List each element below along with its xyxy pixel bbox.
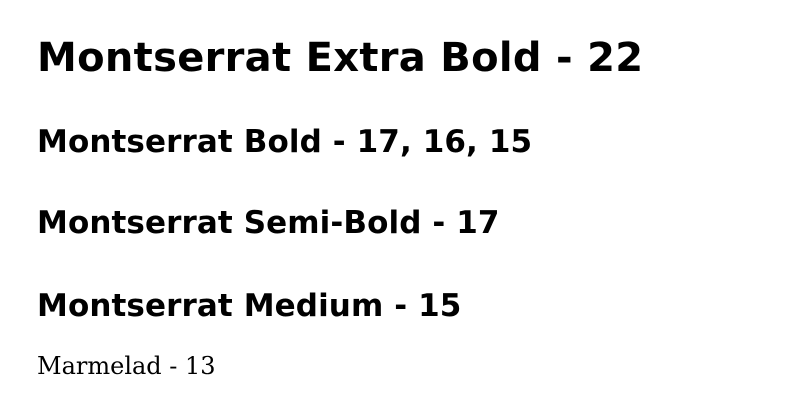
font-sample-montserrat-semi-bold: Montserrat Semi-Bold - 17 bbox=[37, 205, 500, 241]
font-sample-montserrat-medium: Montserrat Medium - 15 bbox=[37, 288, 462, 324]
font-sample-marmelad: Marmelad - 13 bbox=[37, 352, 216, 380]
font-sample-montserrat-extra-bold: Montserrat Extra Bold - 22 bbox=[37, 35, 644, 81]
font-sample-montserrat-bold: Montserrat Bold - 17, 16, 15 bbox=[37, 124, 533, 160]
